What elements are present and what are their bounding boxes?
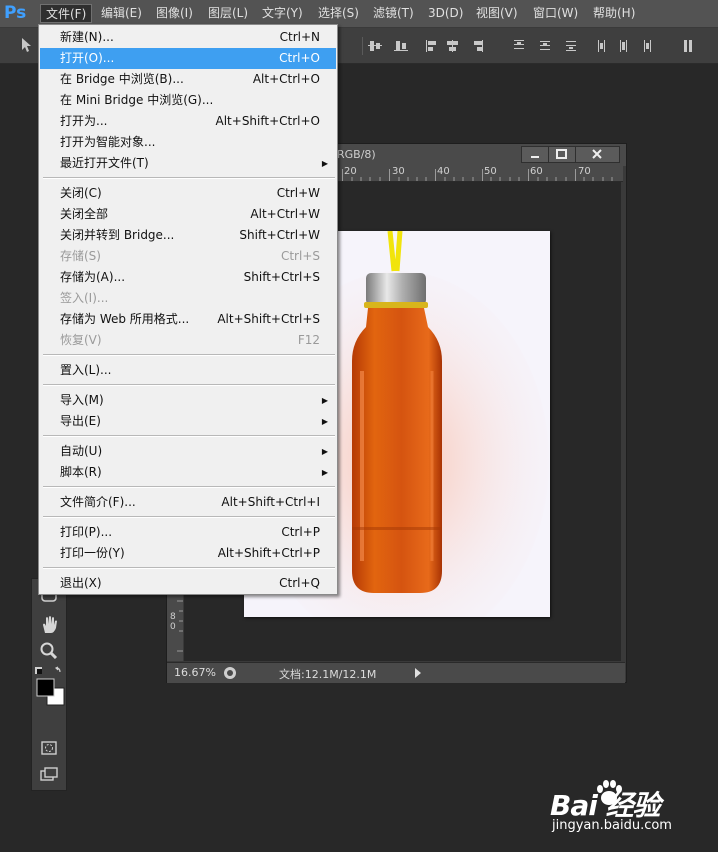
menu-item-check-in: 签入(I)... — [60, 291, 109, 305]
menu-image[interactable]: 图像(I) — [151, 4, 198, 23]
menu-separator — [43, 354, 335, 356]
menu-item-export[interactable]: 导出(E) ▶ — [40, 411, 336, 432]
menu-separator — [43, 486, 335, 488]
menu-item-exit[interactable]: 退出(X) Ctrl+Q — [40, 573, 336, 594]
menu-layer[interactable]: 图层(L) — [203, 4, 253, 23]
minimize-icon — [531, 156, 539, 158]
menu-item-close[interactable]: 关闭(C) Ctrl+W — [40, 183, 336, 204]
menu-help[interactable]: 帮助(H) — [588, 4, 640, 23]
menu-separator — [43, 177, 335, 179]
hand-tool-icon[interactable] — [39, 615, 59, 633]
status-menu-arrow-icon[interactable] — [413, 667, 423, 679]
menu-item-browse-in-mini-bridge[interactable]: 在 Mini Bridge 中浏览(G)... — [40, 90, 336, 111]
menu-select[interactable]: 选择(S) — [313, 4, 364, 23]
watermark-url: jingyan.baidu.com — [552, 818, 672, 833]
menu-separator — [43, 384, 335, 386]
submenu-arrow-icon: ▶ — [321, 417, 328, 426]
close-icon — [592, 149, 602, 159]
baidu-jingyan-watermark: Bai 经验 jingyan.baidu.com — [550, 778, 710, 840]
color-swatches-icon[interactable] — [34, 666, 66, 706]
menu-type[interactable]: 文字(Y) — [257, 4, 308, 23]
menu-separator — [43, 516, 335, 518]
menu-item-import[interactable]: 导入(M) ▶ — [40, 390, 336, 411]
maximize-button[interactable] — [548, 146, 576, 163]
tools-panel — [31, 578, 67, 791]
menu-item-revert: 恢复(V) F12 — [60, 333, 320, 347]
menu-item-close-and-go-to-bridge[interactable]: 关闭并转到 Bridge... Shift+Ctrl+W — [40, 225, 336, 246]
file-menu-dropdown: 新建(N)... Ctrl+N 打开(O)... Ctrl+O 在 Bridge 中… — [38, 24, 338, 595]
menu-item-open-recent[interactable]: 最近打开文件(T) ▶ — [40, 153, 336, 174]
menu-item-scripts[interactable]: 脚本(R) ▶ — [40, 462, 336, 483]
menu-item-file-info[interactable]: 文件简介(F)... Alt+Shift+Ctrl+I — [40, 492, 336, 513]
menu-separator — [43, 435, 335, 437]
screen-mode-icon[interactable] — [39, 765, 59, 783]
menu-item-save: 存储(S) Ctrl+S — [60, 249, 320, 263]
menu-item-save-as[interactable]: 存储为(A)... Shift+Ctrl+S — [40, 267, 336, 288]
submenu-arrow-icon: ▶ — [321, 447, 328, 456]
svg-text:8: 8 — [170, 612, 176, 622]
zoom-tool-icon[interactable] — [39, 641, 59, 659]
menu-separator — [43, 567, 335, 569]
photoshop-logo: Ps — [4, 3, 27, 23]
document-size: 文档:12.1M/12.1M — [279, 668, 377, 681]
submenu-arrow-icon: ▶ — [321, 468, 328, 477]
doc-info-icon[interactable] — [223, 666, 237, 680]
menu-item-place[interactable]: 置入(L)... — [40, 360, 336, 381]
menu-edit[interactable]: 编辑(E) — [96, 4, 147, 23]
quick-mask-icon[interactable] — [39, 739, 59, 757]
minimize-button[interactable] — [521, 146, 549, 163]
menu-item-open[interactable]: 打开(O)... Ctrl+O — [40, 48, 336, 69]
menu-item-automate[interactable]: 自动(U) ▶ — [40, 441, 336, 462]
options-separator — [362, 37, 363, 55]
menu-item-browse-in-bridge[interactable]: 在 Bridge 中浏览(B)... Alt+Ctrl+O — [40, 69, 336, 90]
document-title: RGB/8) — [337, 148, 376, 161]
menu-window[interactable]: 窗口(W) — [528, 4, 583, 23]
menu-item-print[interactable]: 打印(P)... Ctrl+P — [40, 522, 336, 543]
menu-item-save-for-web[interactable]: 存储为 Web 所用格式... Alt+Shift+Ctrl+S — [40, 309, 336, 330]
menu-view[interactable]: 视图(V) — [471, 4, 523, 23]
svg-text:0: 0 — [170, 622, 176, 632]
menu-file[interactable]: 文件(F) — [40, 4, 93, 23]
maximize-icon — [556, 149, 567, 159]
menu-item-open-as-smart-object[interactable]: 打开为智能对象... — [40, 132, 336, 153]
zoom-level[interactable]: 16.67% — [174, 666, 216, 679]
submenu-arrow-icon: ▶ — [321, 159, 328, 168]
menu-item-close-all[interactable]: 关闭全部 Alt+Ctrl+W — [40, 204, 336, 225]
close-button[interactable] — [575, 146, 620, 163]
menu-item-open-as[interactable]: 打开为... Alt+Shift+Ctrl+O — [40, 111, 336, 132]
align-distribute-icons[interactable] — [368, 38, 698, 54]
submenu-arrow-icon: ▶ — [321, 396, 328, 405]
status-bar: 16.67% 文档:12.1M/12.1M — [167, 662, 625, 683]
move-tool-icon[interactable] — [20, 37, 34, 53]
menu-item-new[interactable]: 新建(N)... Ctrl+N — [40, 27, 336, 48]
menu-item-print-one-copy[interactable]: 打印一份(Y) Alt+Shift+Ctrl+P — [40, 543, 336, 564]
menu-filter[interactable]: 滤镜(T) — [368, 4, 419, 23]
menu-3d[interactable]: 3D(D) — [423, 4, 468, 23]
